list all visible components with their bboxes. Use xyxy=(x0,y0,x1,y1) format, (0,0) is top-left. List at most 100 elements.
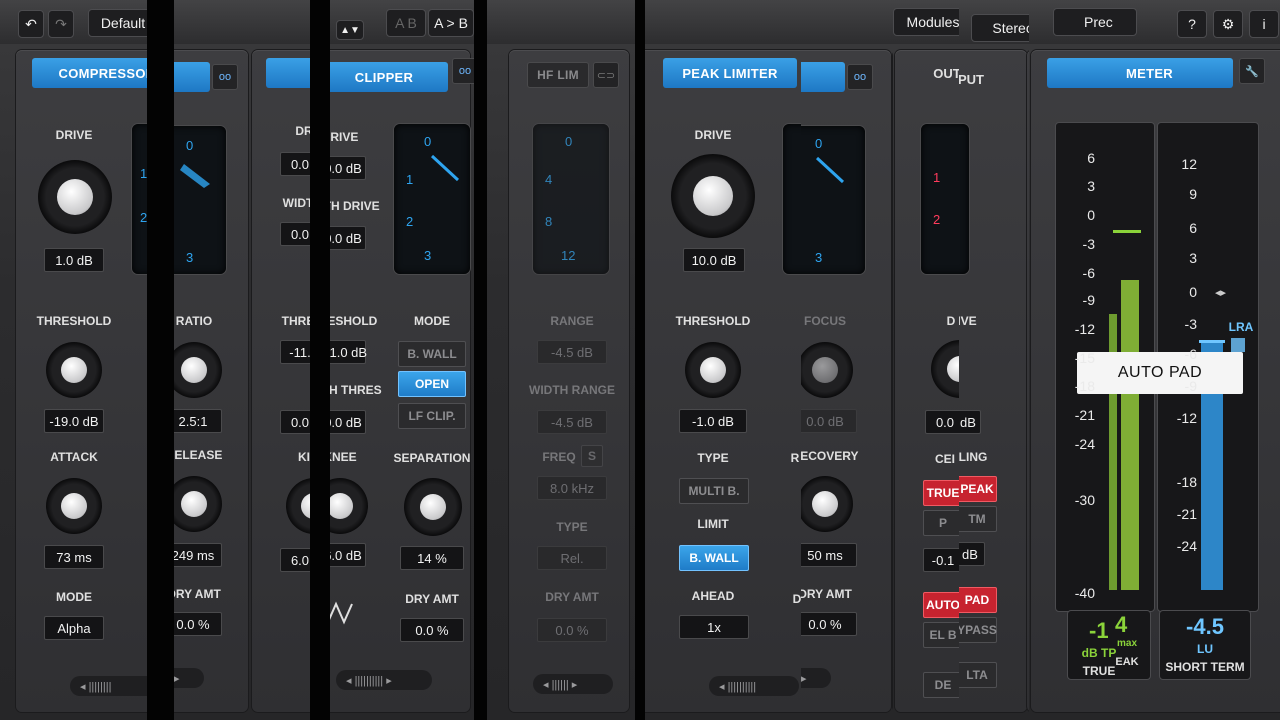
separation-value[interactable]: 14 % xyxy=(400,546,464,570)
module-scroller[interactable]: ◂ |||||||||| ▸ xyxy=(336,670,432,690)
clipper-header[interactable]: CLIPPER xyxy=(330,62,448,92)
true-peak-bar-right xyxy=(1121,280,1139,590)
info-button[interactable]: i xyxy=(1249,10,1279,38)
link-button[interactable]: oo xyxy=(212,64,238,90)
attack-value[interactable]: 73 ms xyxy=(44,545,104,569)
pl-scope-edge xyxy=(783,124,801,274)
redo-button[interactable]: ↷ xyxy=(48,10,74,38)
pl-threshold-value[interactable]: -1.0 dB xyxy=(679,409,747,433)
clipper-knee-value-partial[interactable]: 6.0 xyxy=(280,548,310,572)
pl-limit-button[interactable]: B. WALL xyxy=(679,545,749,571)
compressor-header-right[interactable] xyxy=(174,62,210,92)
delta-button[interactable]: DE xyxy=(923,672,959,698)
ceiling-unit[interactable]: dB xyxy=(959,542,985,566)
attack-knob[interactable] xyxy=(46,478,102,534)
clipper-width-thres-value[interactable]: 0.0 dB xyxy=(330,410,366,434)
meter-header[interactable]: METER xyxy=(1047,58,1233,88)
freq-value[interactable]: 8.0 kHz xyxy=(537,476,607,500)
ratio-value[interactable]: 2.5:1 xyxy=(174,409,222,433)
scope-tick: 0 xyxy=(565,134,573,149)
scope-tick: 0 xyxy=(186,138,194,153)
ceiling-value[interactable]: -0.1 xyxy=(923,548,959,572)
clipper-mode-bwall[interactable]: B. WALL xyxy=(398,341,466,367)
pad-button[interactable]: PAD xyxy=(959,587,997,613)
peak-limiter-header[interactable]: PEAK LIMITER xyxy=(663,58,797,88)
recovery-value[interactable]: 50 ms xyxy=(801,543,857,567)
clipper-mode-lfclip[interactable]: LF CLIP. xyxy=(398,403,466,429)
range-value[interactable]: -4.5 dB xyxy=(537,340,607,364)
scale-tick-left: -9 xyxy=(1082,292,1095,308)
module-scroller[interactable]: ▸ xyxy=(174,668,204,688)
stereo-button[interactable]: Stereo xyxy=(971,14,1029,42)
pl-link-button[interactable]: oo xyxy=(847,64,873,90)
auto-pad-button[interactable]: AUTO xyxy=(923,592,959,618)
undo-button[interactable]: ↶ xyxy=(18,10,44,38)
wrench-icon[interactable]: 🔧 xyxy=(1239,58,1265,84)
clipper-scope: 0 1 2 3 xyxy=(394,124,470,274)
clipper-drive-value-partial[interactable]: 0.0 xyxy=(280,152,310,176)
scope-needle xyxy=(815,156,845,184)
clip-shape-icon[interactable] xyxy=(330,598,356,628)
preset-selector[interactable]: Default xyxy=(88,9,147,37)
drive-label: DRIVE xyxy=(55,128,93,142)
pl-dry-value[interactable]: 0.0 % xyxy=(801,612,857,636)
module-scroller[interactable]: ◂ |||||| ▸ xyxy=(533,674,613,694)
drive-value[interactable]: 1.0 dB xyxy=(44,248,104,272)
focus-value[interactable]: 0.0 dB xyxy=(801,409,857,433)
tm-button[interactable]: TM xyxy=(959,506,997,532)
scale-tick-left: -21 xyxy=(1074,407,1095,423)
modules-button[interactable]: Modules xyxy=(893,8,959,36)
pl-type-button[interactable]: MULTI B. xyxy=(679,478,749,504)
clipper-threshold-value-partial[interactable]: -11. xyxy=(280,340,310,364)
release-value[interactable]: 249 ms xyxy=(174,543,222,567)
separation-knob[interactable] xyxy=(404,478,462,536)
output-drive-value[interactable]: 0.0 xyxy=(925,410,959,434)
mode-select[interactable]: Alpha xyxy=(44,616,104,640)
drive-knob[interactable] xyxy=(38,160,112,234)
help-button[interactable]: ? xyxy=(1177,10,1207,38)
clipper-width-value-partial[interactable]: 0.0 xyxy=(280,222,310,246)
pl-dry-label: DRY AMT xyxy=(801,587,852,601)
true-peak-label-b: EAK xyxy=(1115,656,1139,668)
ypass-button[interactable]: YPASS xyxy=(959,617,997,643)
settings-button[interactable]: ⚙ xyxy=(1213,10,1243,38)
pl-ahead-value[interactable]: 1x xyxy=(679,615,749,639)
pl-drive-value[interactable]: 10.0 dB xyxy=(683,248,745,272)
peak-button[interactable]: PEAK xyxy=(959,476,997,502)
peak-limiter-header-right[interactable] xyxy=(801,62,845,92)
module-scroller[interactable]: ◂ |||||||||| xyxy=(709,676,799,696)
module-scroller[interactable]: ◂ |||||||| xyxy=(70,676,147,696)
true-peak-button[interactable]: TRUE xyxy=(923,480,959,506)
hf-limiter-header[interactable]: HF LIM xyxy=(527,62,589,88)
clipper-knee-value[interactable]: 6.0 dB xyxy=(330,543,366,567)
width-range-value[interactable]: -4.5 dB xyxy=(537,410,607,434)
lta-button[interactable]: LTA xyxy=(959,662,997,688)
clipper-threshold-value[interactable]: -11.0 dB xyxy=(330,340,367,364)
clipper-dry-value[interactable]: 0.0 % xyxy=(400,618,464,642)
freq-mode-button[interactable]: S xyxy=(581,445,603,467)
pl-drive-knob[interactable] xyxy=(671,154,755,238)
clipper-drive-value[interactable]: 0.0 dB xyxy=(330,156,366,180)
threshold-value[interactable]: -19.0 dB xyxy=(44,409,104,433)
module-scroller[interactable]: ▸ xyxy=(801,668,831,688)
ceiling-mode-button[interactable]: P xyxy=(923,510,959,536)
arrows-icon[interactable]: ▲▼ xyxy=(336,20,364,40)
clipper-width-drive-value[interactable]: 0.0 dB xyxy=(330,226,366,250)
pl-threshold-knob[interactable] xyxy=(685,342,741,398)
threshold-knob[interactable] xyxy=(46,342,102,398)
compressor-scope: 0 3 xyxy=(174,126,226,274)
clipper-link-icon[interactable]: oo xyxy=(452,58,474,84)
hf-limiter-link-icon[interactable]: ⊂⊃ xyxy=(593,62,619,88)
ab-toggle[interactable]: A B xyxy=(386,9,426,37)
dry-amount-value[interactable]: 0.0 % xyxy=(174,612,222,636)
output-drive-unit[interactable]: dB xyxy=(959,410,981,434)
precision-button[interactable]: Prec xyxy=(1053,8,1137,36)
clipper-widththres-value-partial[interactable]: 0.0 xyxy=(280,410,310,434)
scale-tick-left: 6 xyxy=(1087,150,1095,166)
hf-dry-value[interactable]: 0.0 % xyxy=(537,618,607,642)
copy-a-to-b-button[interactable]: A > B xyxy=(428,9,474,37)
clipper-mode-open[interactable]: OPEN xyxy=(398,371,466,397)
bypass-button[interactable]: EL B xyxy=(923,622,959,648)
compressor-header[interactable]: COMPRESSOR xyxy=(32,58,147,88)
hf-type-value[interactable]: Rel. xyxy=(537,546,607,570)
